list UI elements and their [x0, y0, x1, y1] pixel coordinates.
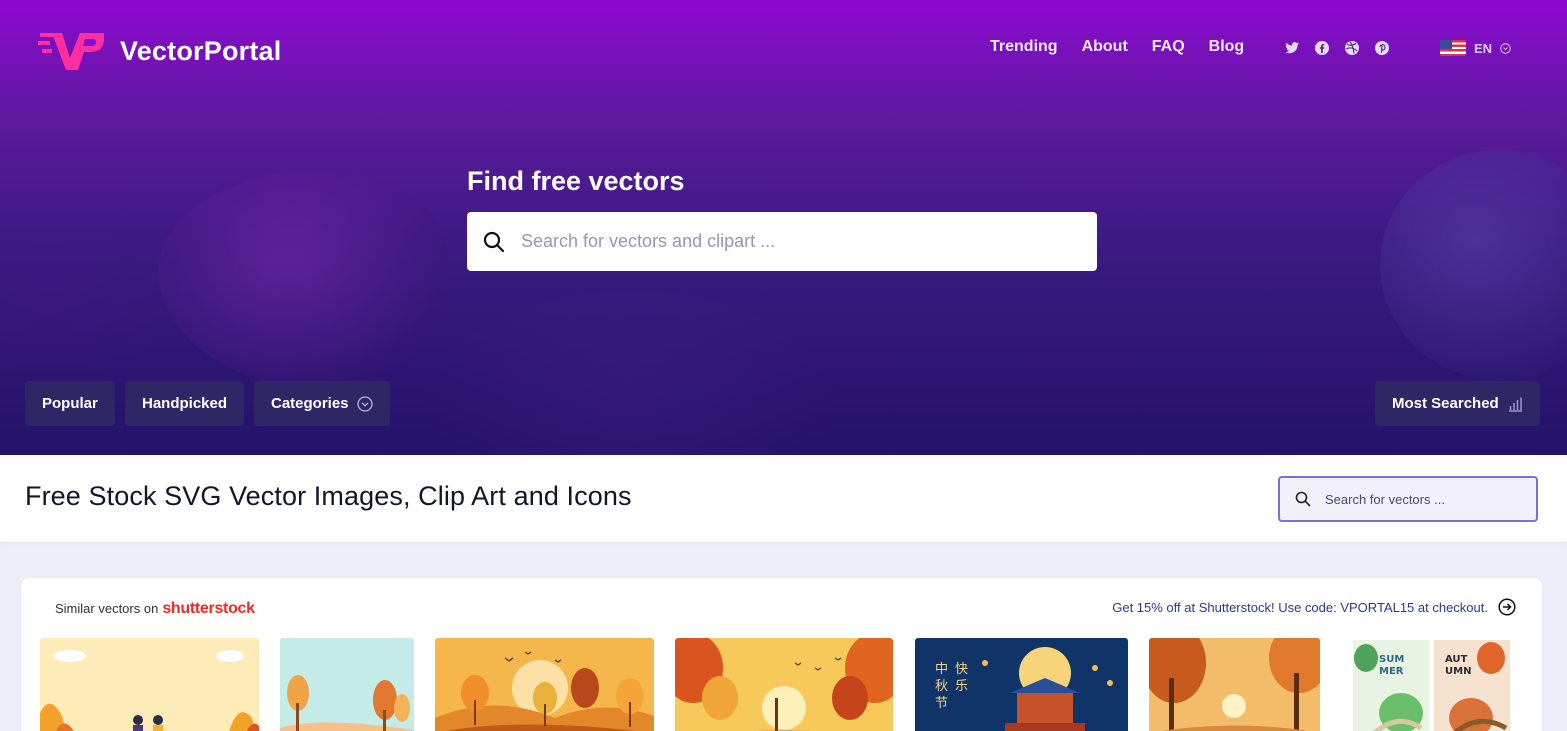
- hero-search-input[interactable]: [521, 231, 1061, 252]
- decorative-blob: [146, 150, 464, 410]
- hero-banner: VectorPortal Trending About FAQ Blog EN …: [0, 0, 1567, 455]
- similar-label-text: Similar vectors on: [55, 601, 159, 616]
- handpicked-label: Handpicked: [142, 395, 228, 412]
- hero-title: Find free vectors: [467, 166, 685, 196]
- language-selector[interactable]: EN: [1440, 40, 1511, 56]
- svg-text:AUT: AUT: [1445, 654, 1468, 665]
- similar-vectors-label: Similar vectors on shutterstock: [55, 600, 255, 618]
- popular-label: Popular: [42, 395, 98, 412]
- dribbble-icon[interactable]: [1344, 40, 1360, 56]
- thumbnail-mid-autumn-festival[interactable]: 中 秋 节 快 乐: [915, 638, 1128, 731]
- svg-text:中: 中: [935, 662, 948, 677]
- thumbnail-autumn-forest-birds[interactable]: [675, 638, 893, 731]
- thumbnail-summer-autumn[interactable]: SUM MER AUT UMN: [1341, 638, 1522, 731]
- svg-text:秋: 秋: [935, 679, 948, 694]
- main-nav: Trending About FAQ Blog: [990, 38, 1244, 56]
- thumbnail-autumn-couple[interactable]: [40, 638, 259, 731]
- us-flag-icon: [1440, 40, 1466, 56]
- search-icon: [483, 231, 505, 252]
- thumbnail-autumn-forest-path[interactable]: [1149, 638, 1320, 731]
- language-code: EN: [1474, 40, 1493, 56]
- pinterest-icon[interactable]: [1374, 40, 1390, 56]
- svg-text:乐: 乐: [955, 679, 968, 694]
- most-searched-label: Most Searched: [1392, 395, 1499, 412]
- secondary-search-input[interactable]: [1325, 491, 1525, 507]
- chevron-down-icon: [1500, 42, 1511, 54]
- nav-blog[interactable]: Blog: [1209, 38, 1245, 56]
- promo-link[interactable]: Get 15% off at Shutterstock! Use code: V…: [1112, 598, 1516, 616]
- hero-search-box: [467, 212, 1097, 271]
- svg-text:快: 快: [955, 662, 968, 677]
- handpicked-button[interactable]: Handpicked: [125, 381, 245, 426]
- categories-label: Categories: [271, 395, 349, 412]
- brand-logo[interactable]: VectorPortal: [38, 30, 281, 72]
- vp-logo-icon: [38, 33, 104, 70]
- svg-text:节: 节: [935, 696, 948, 711]
- decorative-blob: [0, 220, 180, 380]
- chevron-down-icon: [356, 395, 373, 412]
- brand-name: VectorPortal: [120, 35, 282, 66]
- twitter-icon[interactable]: [1284, 40, 1300, 56]
- page-title: Free Stock SVG Vector Images, Clip Art a…: [25, 481, 632, 511]
- popular-button[interactable]: Popular: [25, 381, 115, 426]
- svg-text:MER: MER: [1379, 666, 1404, 677]
- facebook-icon[interactable]: [1314, 40, 1330, 56]
- thumbnail-autumn-sunset[interactable]: [435, 638, 654, 731]
- decorative-blob: [1380, 150, 1567, 380]
- social-links: [1284, 40, 1390, 56]
- nav-about[interactable]: About: [1082, 38, 1128, 56]
- svg-text:SUM: SUM: [1379, 654, 1404, 665]
- secondary-search-box: [1278, 476, 1538, 522]
- nav-trending[interactable]: Trending: [990, 38, 1058, 56]
- most-searched-button[interactable]: Most Searched: [1375, 381, 1540, 426]
- shutterstock-logo[interactable]: shutterstock: [162, 600, 255, 618]
- decorative-blob: [420, 290, 840, 455]
- shutterstock-card: Similar vectors on shutterstock Get 15% …: [21, 578, 1542, 731]
- page-title-bar: Free Stock SVG Vector Images, Clip Art a…: [0, 455, 1567, 542]
- arrow-right-icon: [1498, 598, 1516, 616]
- svg-text:UMN: UMN: [1445, 666, 1471, 677]
- thumbnail-autumn-trees[interactable]: [280, 638, 414, 731]
- search-icon: [1295, 491, 1311, 507]
- bar-chart-icon: [1508, 397, 1522, 412]
- categories-button[interactable]: Categories: [254, 381, 390, 426]
- promo-text: Get 15% off at Shutterstock! Use code: V…: [1112, 599, 1488, 615]
- nav-faq[interactable]: FAQ: [1152, 38, 1185, 56]
